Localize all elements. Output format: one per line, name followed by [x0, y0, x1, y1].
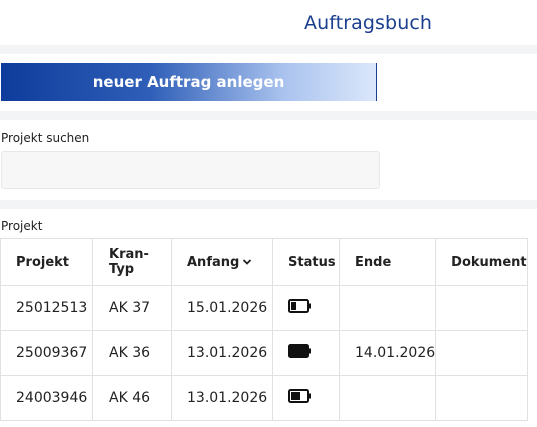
table-header-row: Projekt Kran-Typ Anfang Status Ende Doku…	[0, 238, 529, 286]
orders-table: Projekt Kran-Typ Anfang Status Ende Doku…	[0, 238, 529, 421]
cell-projekt: 25009367	[0, 330, 93, 376]
column-header-kran-typ[interactable]: Kran-Typ	[92, 238, 172, 286]
section-divider	[0, 111, 537, 120]
section-divider	[0, 200, 537, 209]
battery-half-icon	[288, 389, 312, 407]
section-divider	[0, 45, 537, 54]
chevron-down-icon[interactable]	[242, 255, 252, 270]
column-header-ende[interactable]: Ende	[338, 238, 437, 286]
cell-projekt: 24003946	[0, 375, 93, 421]
column-header-dokument[interactable]: Dokument	[435, 238, 529, 286]
page-title: Auftragsbuch	[304, 12, 433, 34]
cell-ende: 14.01.2026	[338, 330, 437, 376]
cell-anfang: 13.01.2026	[171, 375, 273, 421]
cell-status	[272, 375, 340, 421]
column-header-status[interactable]: Status	[272, 238, 340, 286]
cell-kran-typ: AK 37	[92, 285, 172, 331]
search-label: Projekt suchen	[1, 131, 90, 145]
column-header-anfang[interactable]: Anfang	[171, 238, 273, 286]
table-row[interactable]: 25012513 AK 37 15.01.2026	[0, 285, 529, 331]
project-search-input[interactable]	[1, 151, 380, 189]
cell-dokument	[435, 375, 529, 421]
cell-dokument	[435, 330, 529, 376]
battery-full-icon	[288, 344, 312, 362]
cell-projekt: 25012513	[0, 285, 93, 331]
cell-dokument	[435, 285, 529, 331]
table-row[interactable]: 25009367 AK 36 13.01.2026 14.01.2026	[0, 330, 529, 376]
battery-low-icon	[288, 299, 312, 317]
cell-status	[272, 285, 340, 331]
column-header-projekt[interactable]: Projekt	[0, 238, 93, 286]
new-order-button[interactable]: neuer Auftrag anlegen	[1, 63, 377, 101]
cell-anfang: 13.01.2026	[171, 330, 273, 376]
cell-anfang: 15.01.2026	[171, 285, 273, 331]
cell-ende	[338, 375, 437, 421]
cell-ende	[338, 285, 437, 331]
table-row[interactable]: 24003946 AK 46 13.01.2026	[0, 375, 529, 421]
cell-status	[272, 330, 340, 376]
cell-kran-typ: AK 46	[92, 375, 172, 421]
column-header-anfang-label: Anfang	[187, 254, 240, 270]
cell-kran-typ: AK 36	[92, 330, 172, 376]
table-label: Projekt	[1, 219, 43, 233]
